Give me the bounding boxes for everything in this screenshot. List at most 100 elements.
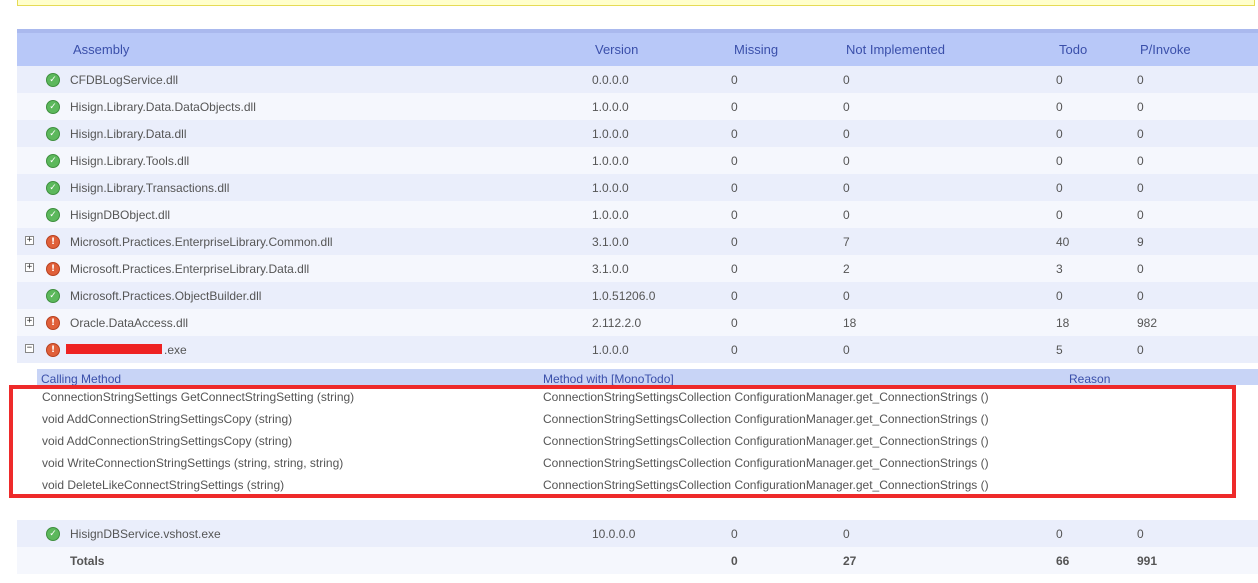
assembly-name[interactable]: Hisign.Library.Tools.dll	[70, 154, 189, 168]
table-row[interactable]: ✓ HisignDBService.vshost.exe 10.0.0.0 0 …	[17, 520, 1258, 547]
assembly-name[interactable]: Microsoft.Practices.EnterpriseLibrary.Co…	[70, 235, 333, 249]
pinvoke-cell: 0	[1137, 127, 1144, 141]
check-icon: ✓	[46, 181, 60, 195]
version-cell: 0.0.0.0	[592, 73, 629, 87]
todo-cell: 18	[1056, 316, 1070, 330]
warning-icon: !	[46, 262, 60, 276]
version-cell: 3.1.0.0	[592, 235, 629, 249]
not-implemented-cell: 0	[843, 289, 850, 303]
not-implemented-cell: 18	[843, 316, 857, 330]
expand-icon[interactable]: +	[25, 317, 34, 326]
header-pinvoke[interactable]: P/Invoke	[1140, 42, 1191, 57]
detail-row: void AddConnectionStringSettingsCopy (st…	[17, 430, 1258, 452]
version-cell: 1.0.0.0	[592, 343, 629, 357]
version-cell: 1.0.0.0	[592, 154, 629, 168]
assembly-name[interactable]: Hisign.Library.Data.DataObjects.dll	[70, 100, 256, 114]
calling-method-cell: void AddConnectionStringSettingsCopy (st…	[42, 434, 293, 448]
missing-cell: 0	[731, 181, 738, 195]
table-row[interactable]: −! .exe 1.0.0.0 0 0 5 0	[17, 336, 1258, 363]
detail-row: ConnectionStringSettings GetConnectStrin…	[17, 386, 1258, 408]
header-todo[interactable]: Todo	[1059, 42, 1087, 57]
missing-cell: 0	[731, 289, 738, 303]
warning-icon: !	[46, 235, 60, 249]
calling-method-cell: void WriteConnectionStringSettings (stri…	[42, 456, 344, 470]
check-icon: ✓	[46, 527, 60, 541]
collapse-icon[interactable]: −	[25, 344, 34, 353]
assembly-name[interactable]: Oracle.DataAccess.dll	[70, 316, 188, 330]
assembly-name[interactable]: HisignDBObject.dll	[70, 208, 170, 222]
table-row[interactable]: +! Microsoft.Practices.EnterpriseLibrary.…	[17, 228, 1258, 255]
method-detail-panel: Calling Method Method with [MonoTodo] Re…	[9, 369, 1258, 520]
assembly-name[interactable]: CFDBLogService.dll	[70, 73, 178, 87]
todo-cell: 0	[1056, 208, 1063, 222]
not-implemented-cell: 0	[843, 527, 850, 541]
not-implemented-cell: 0	[843, 127, 850, 141]
check-icon: ✓	[46, 127, 60, 141]
header-missing[interactable]: Missing	[734, 42, 778, 57]
table-row[interactable]: +! Oracle.DataAccess.dll 2.112.2.0 0 18 18 982	[17, 309, 1258, 336]
monotodo-method-cell: ConnectionStringSettingsCollection Confi…	[543, 390, 989, 404]
version-cell: 1.0.0.0	[592, 100, 629, 114]
table-row[interactable]: ✓ CFDBLogService.dll 0.0.0.0 0 0 0 0	[17, 66, 1258, 93]
table-header: Assembly Version Missing Not Implemented…	[17, 29, 1258, 66]
pinvoke-cell: 0	[1137, 208, 1144, 222]
pinvoke-cell: 0	[1137, 527, 1144, 541]
version-cell: 10.0.0.0	[592, 527, 636, 541]
assembly-name[interactable]: Hisign.Library.Transactions.dll	[70, 181, 229, 195]
version-cell: 1.0.0.0	[592, 208, 629, 222]
todo-cell: 0	[1056, 73, 1063, 87]
detail-header-calling-method: Calling Method	[41, 372, 122, 386]
assembly-name[interactable]: Microsoft.Practices.ObjectBuilder.dll	[70, 289, 261, 303]
expand-icon[interactable]: +	[25, 263, 34, 272]
totals-missing: 0	[731, 554, 738, 568]
version-cell: 1.0.51206.0	[592, 289, 656, 303]
table-row[interactable]: ✓ Microsoft.Practices.ObjectBuilder.dll 1.…	[17, 282, 1258, 309]
assembly-name[interactable]: .exe	[164, 343, 187, 357]
monotodo-method-cell: ConnectionStringSettingsCollection Confi…	[543, 434, 989, 448]
missing-cell: 0	[731, 127, 738, 141]
calling-method-cell: void AddConnectionStringSettingsCopy (st…	[42, 412, 293, 426]
header-not-implemented[interactable]: Not Implemented	[846, 42, 945, 57]
totals-not-implemented: 27	[843, 554, 857, 568]
table-row[interactable]: ✓ Hisign.Library.Transactions.dll 1.0.0.0 0…	[17, 174, 1258, 201]
assembly-name[interactable]: Hisign.Library.Data.dll	[70, 127, 187, 141]
warning-icon: !	[46, 343, 60, 357]
table-row[interactable]: ✓ HisignDBObject.dll 1.0.0.0 0 0 0 0	[17, 201, 1258, 228]
todo-cell: 0	[1056, 154, 1063, 168]
expand-icon[interactable]: +	[25, 236, 34, 245]
pinvoke-cell: 9	[1137, 235, 1144, 249]
version-cell: 1.0.0.0	[592, 127, 629, 141]
table-row[interactable]: ✓ Hisign.Library.Tools.dll 1.0.0.0 0 0 0 0	[17, 147, 1258, 174]
not-implemented-cell: 7	[843, 235, 850, 249]
monotodo-method-cell: ConnectionStringSettingsCollection Confi…	[543, 412, 989, 426]
totals-row: Totals 0 27 66 991	[17, 547, 1258, 574]
warning-icon: !	[46, 316, 60, 330]
assembly-name[interactable]: HisignDBService.vshost.exe	[70, 527, 221, 541]
pinvoke-cell: 0	[1137, 343, 1144, 357]
missing-cell: 0	[731, 527, 738, 541]
table-row[interactable]: +! Microsoft.Practices.EnterpriseLibrary.…	[17, 255, 1258, 282]
missing-cell: 0	[731, 208, 738, 222]
todo-cell: 0	[1056, 181, 1063, 195]
not-implemented-cell: 0	[843, 100, 850, 114]
todo-cell: 0	[1056, 100, 1063, 114]
pinvoke-cell: 0	[1137, 262, 1144, 276]
missing-cell: 0	[731, 154, 738, 168]
missing-cell: 0	[731, 235, 738, 249]
totals-label: Totals	[70, 554, 105, 568]
table-row[interactable]: ✓ Hisign.Library.Data.dll 1.0.0.0 0 0 0 0	[17, 120, 1258, 147]
missing-cell: 0	[731, 262, 738, 276]
table-row[interactable]: ✓ Hisign.Library.Data.DataObjects.dll 1.0.…	[17, 93, 1258, 120]
header-version[interactable]: Version	[595, 42, 638, 57]
check-icon: ✓	[46, 73, 60, 87]
todo-cell: 0	[1056, 527, 1063, 541]
pinvoke-cell: 0	[1137, 181, 1144, 195]
pinvoke-cell: 0	[1137, 73, 1144, 87]
assembly-report: Assembly Version Missing Not Implemented…	[9, 29, 1258, 574]
monotodo-method-cell: ConnectionStringSettingsCollection Confi…	[543, 456, 989, 470]
assembly-name[interactable]: Microsoft.Practices.EnterpriseLibrary.Da…	[70, 262, 309, 276]
version-cell: 3.1.0.0	[592, 262, 629, 276]
header-assembly[interactable]: Assembly	[73, 42, 129, 57]
check-icon: ✓	[46, 154, 60, 168]
monotodo-method-cell: ConnectionStringSettingsCollection Confi…	[543, 478, 989, 492]
